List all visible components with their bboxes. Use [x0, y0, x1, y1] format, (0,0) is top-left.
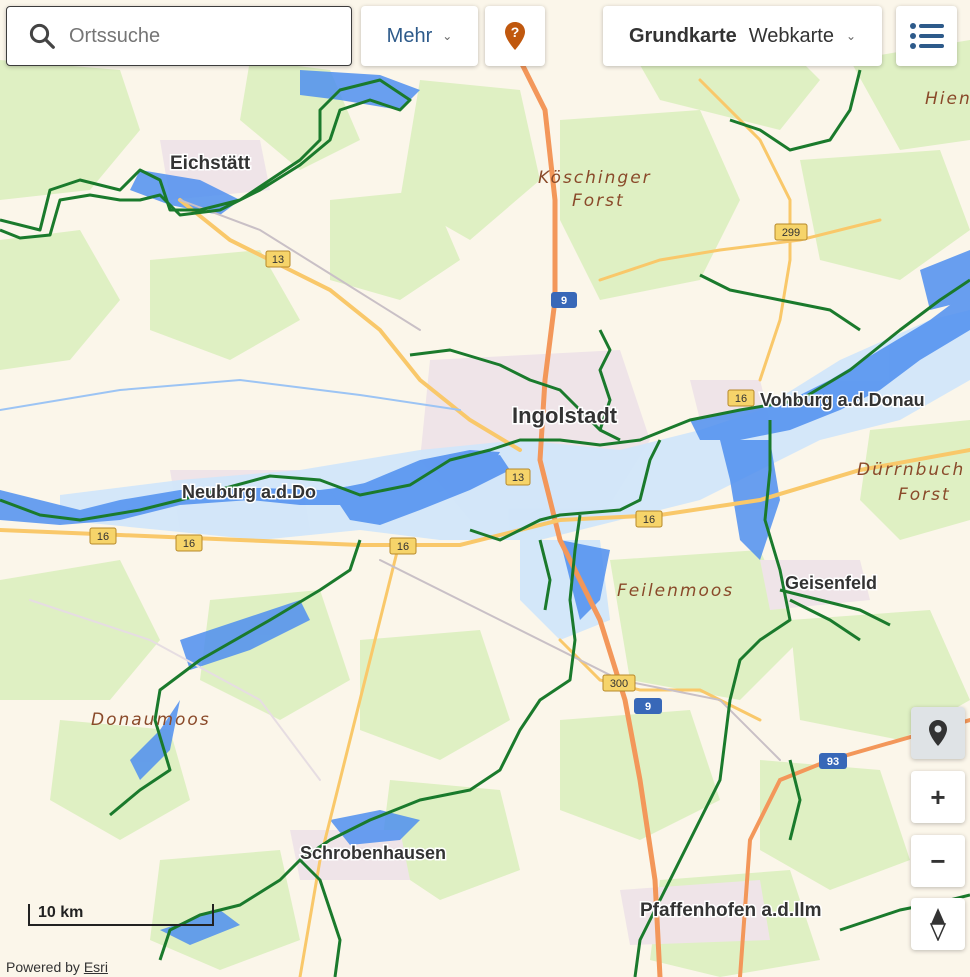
road-shield-13-north: 13 — [265, 250, 291, 268]
region-label-feilenmoos: Feilenmoos — [617, 581, 734, 601]
region-label-donaumoos: Donaumoos — [91, 710, 211, 730]
search-icon — [29, 23, 55, 49]
road-shield-299: 299 — [774, 223, 808, 241]
help-button[interactable]: ? — [485, 6, 545, 66]
svg-text:16: 16 — [397, 541, 409, 553]
road-shield-9-south: 9 — [634, 698, 662, 714]
svg-text:16: 16 — [735, 393, 747, 405]
basemap-value: Webkarte — [748, 24, 834, 47]
svg-text:299: 299 — [782, 227, 800, 239]
svg-text:93: 93 — [827, 756, 839, 768]
locate-button[interactable] — [911, 707, 965, 759]
attribution-prefix: Powered by — [6, 959, 84, 975]
attribution: Powered by Esri — [6, 959, 108, 975]
place-label-schrobenhausen: Schrobenhausen — [300, 843, 446, 863]
attribution-link[interactable]: Esri — [84, 959, 108, 975]
region-label-duernbuch-2: Forst — [898, 485, 951, 505]
place-label-geisenfeld: Geisenfeld — [785, 573, 877, 593]
region-label-hien: Hien — [925, 89, 970, 109]
road-shield-13-city: 13 — [505, 468, 531, 486]
place-label-neuburg: Neuburg a.d.Do — [182, 482, 316, 502]
svg-text:?: ? — [511, 24, 520, 40]
svg-text:300: 300 — [610, 678, 628, 690]
region-label-duernbuch-1: Dürrnbuch — [857, 460, 965, 480]
chevron-down-icon: ⌄ — [845, 29, 857, 43]
plus-icon: + — [930, 781, 946, 812]
more-button-label: Mehr — [386, 24, 433, 47]
place-label-eichstaett: Eichstätt — [170, 153, 251, 174]
svg-text:9: 9 — [561, 295, 567, 307]
road-shield-300: 300 — [602, 674, 636, 692]
search-input[interactable] — [67, 23, 331, 49]
zoom-out-button[interactable]: − — [911, 835, 965, 887]
svg-text:13: 13 — [512, 472, 524, 484]
road-shield-16-east: 16 — [389, 537, 417, 555]
svg-text:9: 9 — [645, 701, 651, 713]
zoom-in-button[interactable]: + — [911, 771, 965, 823]
minus-icon: − — [930, 845, 946, 876]
scale-label: 10 km — [38, 904, 84, 921]
road-shield-9-north: 9 — [551, 292, 577, 308]
flood-map[interactable]: 13 13 9 9 16 16 16 16 16 299 300 93 Eich… — [0, 0, 970, 977]
place-label-pfaffenhofen: Pfaffenhofen a.d.Ilm — [640, 900, 822, 921]
road-shield-16-vohburg: 16 — [727, 389, 755, 407]
svg-text:16: 16 — [643, 514, 655, 526]
svg-text:16: 16 — [183, 538, 195, 550]
svg-text:16: 16 — [97, 531, 109, 543]
road-shield-16-mid: 16 — [175, 534, 203, 552]
search-box[interactable] — [6, 6, 352, 66]
road-shield-16-far: 16 — [635, 510, 663, 528]
more-button[interactable]: Mehr ⌄ — [361, 6, 478, 66]
place-label-vohburg: Vohburg a.d.Donau — [760, 390, 925, 410]
road-shield-93: 93 — [819, 753, 847, 769]
basemap-selector[interactable]: Grundkarte Webkarte ⌄ — [603, 6, 882, 66]
question-pin-icon: ? — [505, 22, 525, 50]
compass-icon — [929, 908, 947, 941]
region-label-koeschinger-1: Köschinger — [538, 168, 652, 188]
basemap-prefix: Grundkarte — [628, 24, 737, 47]
chevron-down-icon: ⌄ — [442, 29, 453, 43]
road-shield-16-west: 16 — [89, 527, 117, 545]
svg-text:13: 13 — [272, 254, 284, 266]
region-label-koeschinger-2: Forst — [572, 191, 625, 211]
location-pin-icon — [929, 720, 947, 746]
list-icon — [909, 23, 944, 49]
layers-list-button[interactable] — [896, 6, 957, 66]
place-label-ingolstadt: Ingolstadt — [512, 403, 618, 428]
compass-button[interactable] — [911, 898, 965, 950]
